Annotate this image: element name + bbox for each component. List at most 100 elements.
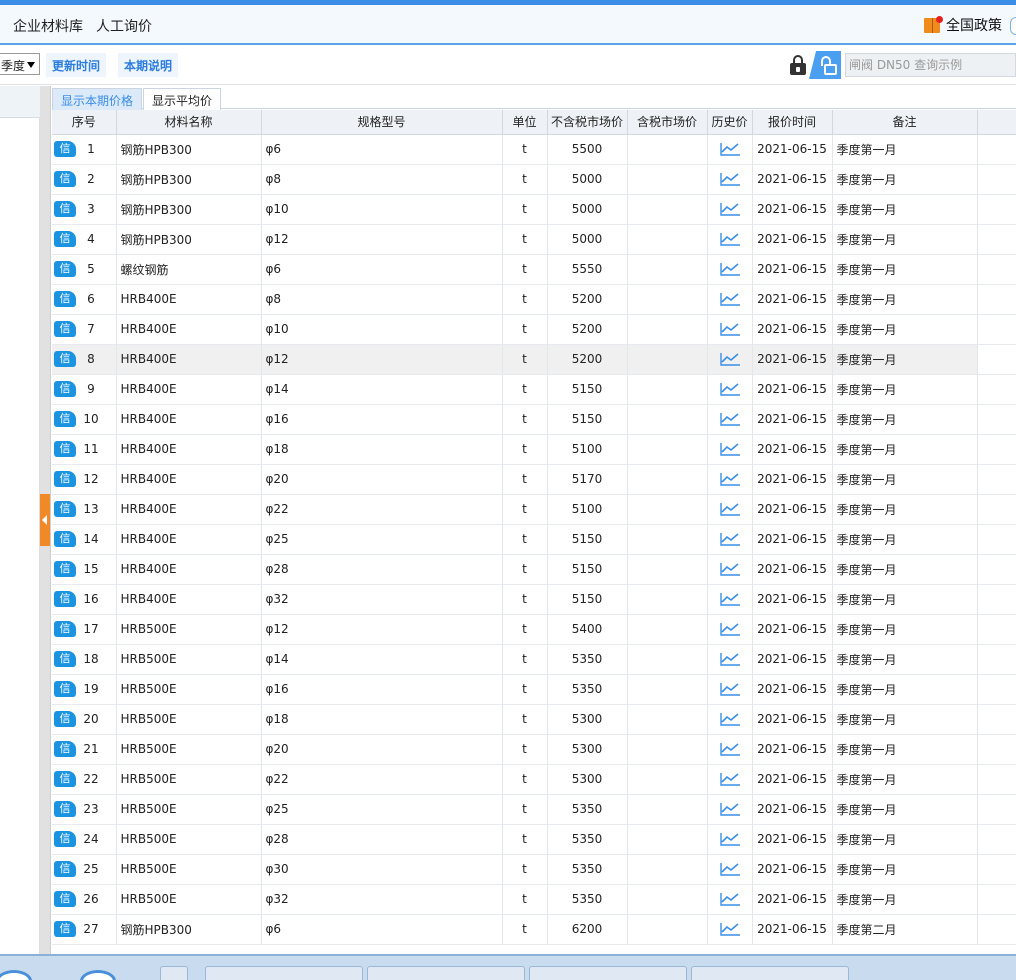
trend-chart-icon[interactable] <box>719 651 741 667</box>
taskbar-app-4[interactable] <box>529 966 687 980</box>
trend-chart-icon[interactable] <box>719 441 741 457</box>
info-badge-icon[interactable]: 信 <box>54 741 76 757</box>
info-badge-icon[interactable]: 信 <box>54 621 76 637</box>
col-header-spec[interactable]: 规格型号 <box>261 110 503 135</box>
info-badge-icon[interactable]: 信 <box>54 261 76 277</box>
info-badge-icon[interactable]: 信 <box>54 441 76 457</box>
info-badge-icon[interactable]: 信 <box>54 351 76 367</box>
table-row[interactable]: 信 22 HRB500E φ22 t 5300 2021-06-15 季度第一月 <box>52 764 1016 795</box>
national-policy-link[interactable]: 全国政策 <box>923 15 1002 35</box>
trend-chart-icon[interactable] <box>719 861 741 877</box>
trend-chart-icon[interactable] <box>719 771 741 787</box>
trend-chart-icon[interactable] <box>719 711 741 727</box>
info-badge-icon[interactable]: 信 <box>54 771 76 787</box>
table-row[interactable]: 信 3 钢筋HPB300 φ10 t 5000 2021-06-15 季度第一月 <box>52 194 1016 225</box>
taskbar-app-3[interactable] <box>367 966 525 980</box>
col-header-date[interactable]: 报价时间 <box>752 110 833 135</box>
trend-chart-icon[interactable] <box>719 831 741 847</box>
taskbar-app-1[interactable] <box>160 966 188 980</box>
taskbar-app-5[interactable] <box>691 966 849 980</box>
col-header-name[interactable]: 材料名称 <box>116 110 262 135</box>
table-row[interactable]: 信 16 HRB400E φ32 t 5150 2021-06-15 季度第一月 <box>52 584 1016 615</box>
info-badge-icon[interactable]: 信 <box>54 921 76 937</box>
trend-chart-icon[interactable] <box>719 231 741 247</box>
info-badge-icon[interactable]: 信 <box>54 561 76 577</box>
trend-chart-icon[interactable] <box>719 141 741 157</box>
table-row[interactable]: 信 8 HRB400E φ12 t 5200 2021-06-15 季度第一月 <box>52 344 1016 375</box>
tab-current-price[interactable]: 显示本期价格 <box>52 88 143 110</box>
search-input[interactable] <box>845 53 1016 77</box>
info-badge-icon[interactable]: 信 <box>54 651 76 667</box>
trend-chart-icon[interactable] <box>719 561 741 577</box>
table-row[interactable]: 信 24 HRB500E φ28 t 5350 2021-06-15 季度第一月 <box>52 824 1016 855</box>
trend-chart-icon[interactable] <box>719 321 741 337</box>
table-row[interactable]: 信 25 HRB500E φ30 t 5350 2021-06-15 季度第一月 <box>52 854 1016 885</box>
table-row[interactable]: 信 4 钢筋HPB300 φ12 t 5000 2021-06-15 季度第一月 <box>52 224 1016 255</box>
trend-chart-icon[interactable] <box>719 291 741 307</box>
col-header-seq[interactable]: 序号 <box>52 110 117 135</box>
table-row[interactable]: 信 12 HRB400E φ20 t 5170 2021-06-15 季度第一月 <box>52 464 1016 495</box>
info-badge-icon[interactable]: 信 <box>54 471 76 487</box>
info-badge-icon[interactable]: 信 <box>54 861 76 877</box>
lock-icon[interactable] <box>790 55 806 75</box>
info-badge-icon[interactable]: 信 <box>54 171 76 187</box>
update-time-button[interactable]: 更新时间 <box>46 53 107 77</box>
info-badge-icon[interactable]: 信 <box>54 411 76 427</box>
info-badge-icon[interactable]: 信 <box>54 231 76 247</box>
start-button[interactable] <box>0 970 32 980</box>
table-row[interactable]: 信 26 HRB500E φ32 t 5350 2021-06-15 季度第一月 <box>52 884 1016 915</box>
info-badge-icon[interactable]: 信 <box>54 141 76 157</box>
trend-chart-icon[interactable] <box>719 471 741 487</box>
table-row[interactable]: 信 9 HRB400E φ14 t 5150 2021-06-15 季度第一月 <box>52 374 1016 405</box>
info-badge-icon[interactable]: 信 <box>54 891 76 907</box>
table-row[interactable]: 信 21 HRB500E φ20 t 5300 2021-06-15 季度第一月 <box>52 734 1016 765</box>
table-row[interactable]: 信 23 HRB500E φ25 t 5350 2021-06-15 季度第一月 <box>52 794 1016 825</box>
trend-chart-icon[interactable] <box>719 411 741 427</box>
info-badge-icon[interactable]: 信 <box>54 591 76 607</box>
table-row[interactable]: 信 15 HRB400E φ28 t 5150 2021-06-15 季度第一月 <box>52 554 1016 585</box>
trend-chart-icon[interactable] <box>719 621 741 637</box>
info-badge-icon[interactable]: 信 <box>54 321 76 337</box>
info-badge-icon[interactable]: 信 <box>54 831 76 847</box>
info-badge-icon[interactable]: 信 <box>54 531 76 547</box>
info-badge-icon[interactable]: 信 <box>54 501 76 517</box>
trend-chart-icon[interactable] <box>719 261 741 277</box>
period-note-button[interactable]: 本期说明 <box>118 53 179 77</box>
trend-chart-icon[interactable] <box>719 681 741 697</box>
table-row[interactable]: 信 7 HRB400E φ10 t 5200 2021-06-15 季度第一月 <box>52 314 1016 345</box>
col-header-history[interactable]: 历史价 <box>707 110 753 135</box>
table-row[interactable]: 信 13 HRB400E φ22 t 5100 2021-06-15 季度第一月 <box>52 494 1016 525</box>
menu-manual-inquiry[interactable]: 人工询价 <box>96 16 152 36</box>
table-row[interactable]: 信 27 钢筋HPB300 φ6 t 6200 2021-06-15 季度第二月 <box>52 914 1016 945</box>
table-row[interactable]: 信 2 钢筋HPB300 φ8 t 5000 2021-06-15 季度第一月 <box>52 164 1016 195</box>
col-header-unit[interactable]: 单位 <box>502 110 548 135</box>
table-row[interactable]: 信 20 HRB500E φ18 t 5300 2021-06-15 季度第一月 <box>52 704 1016 735</box>
trend-chart-icon[interactable] <box>719 381 741 397</box>
info-badge-icon[interactable]: 信 <box>54 801 76 817</box>
info-badge-icon[interactable]: 信 <box>54 681 76 697</box>
trend-chart-icon[interactable] <box>719 501 741 517</box>
table-row[interactable]: 信 1 钢筋HPB300 φ6 t 5500 2021-06-15 季度第一月 <box>52 134 1016 165</box>
table-row[interactable]: 信 11 HRB400E φ18 t 5100 2021-06-15 季度第一月 <box>52 434 1016 465</box>
info-badge-icon[interactable]: 信 <box>54 201 76 217</box>
menu-enterprise-library[interactable]: 企业材料库 <box>13 16 83 36</box>
browser-icon[interactable] <box>80 970 116 980</box>
trend-chart-icon[interactable] <box>719 351 741 367</box>
trend-chart-icon[interactable] <box>719 201 741 217</box>
user-circle-button[interactable] <box>1010 17 1016 35</box>
trend-chart-icon[interactable] <box>719 171 741 187</box>
col-header-price-in[interactable]: 含税市场价 <box>627 110 708 135</box>
trend-chart-icon[interactable] <box>719 921 741 937</box>
info-badge-icon[interactable]: 信 <box>54 711 76 727</box>
trend-chart-icon[interactable] <box>719 801 741 817</box>
period-select[interactable]: 季度 <box>0 53 40 75</box>
table-row[interactable]: 信 18 HRB500E φ14 t 5350 2021-06-15 季度第一月 <box>52 644 1016 675</box>
table-row[interactable]: 信 6 HRB400E φ8 t 5200 2021-06-15 季度第一月 <box>52 284 1016 315</box>
col-header-price-ex[interactable]: 不含税市场价 <box>547 110 628 135</box>
unlock-button[interactable] <box>809 51 841 79</box>
table-row[interactable]: 信 19 HRB500E φ16 t 5350 2021-06-15 季度第一月 <box>52 674 1016 705</box>
tab-average-price[interactable]: 显示平均价 <box>143 88 222 110</box>
info-badge-icon[interactable]: 信 <box>54 291 76 307</box>
trend-chart-icon[interactable] <box>719 891 741 907</box>
info-badge-icon[interactable]: 信 <box>54 381 76 397</box>
